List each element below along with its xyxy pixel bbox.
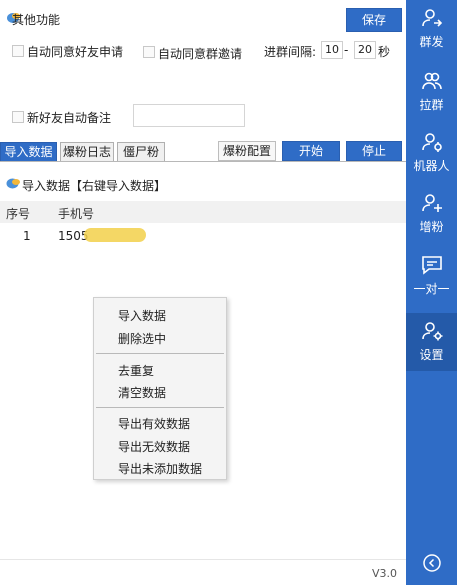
- interval-min-input[interactable]: 10: [321, 41, 343, 59]
- tab-fan-log[interactable]: 爆粉日志: [60, 142, 114, 162]
- auto-accept-group-checkbox[interactable]: [143, 46, 155, 58]
- column-header-index: 序号: [6, 207, 31, 221]
- user-plus-icon: [422, 194, 442, 212]
- sidebar-item-label: 拉群: [419, 98, 444, 112]
- section-title: 导入数据【右键导入数据】: [22, 179, 167, 193]
- tab-import-data[interactable]: 导入数据: [0, 142, 57, 162]
- sidebar-item-label: 设置: [419, 348, 444, 362]
- header: 其他功能 保存: [0, 0, 406, 36]
- new-friend-note-checkbox[interactable]: [12, 111, 24, 123]
- sidebar-item-settings[interactable]: 设置: [406, 313, 457, 371]
- new-friend-note-label: 新好友自动备注: [27, 111, 112, 125]
- sidebar-item-label: 机器人: [413, 159, 450, 173]
- user-send-icon: [422, 9, 443, 27]
- sidebar-item-robot[interactable]: 机器人: [406, 124, 457, 182]
- menu-item-delete-selected[interactable]: 删除选中: [118, 330, 166, 347]
- save-button[interactable]: 保存: [346, 8, 402, 32]
- stop-button[interactable]: 停止: [346, 141, 402, 161]
- auto-accept-friend-checkbox[interactable]: [12, 45, 24, 57]
- header-title: 其他功能: [12, 13, 61, 27]
- version-label: V3.0: [372, 567, 398, 580]
- sidebar-item-group-send[interactable]: 群发: [406, 0, 457, 58]
- fan-config-button[interactable]: 爆粉配置: [218, 141, 276, 161]
- menu-item-export-invalid[interactable]: 导出无效数据: [118, 438, 190, 455]
- menu-item-dedupe[interactable]: 去重复: [118, 362, 154, 379]
- users-icon: [422, 72, 442, 90]
- menu-separator: [96, 407, 224, 408]
- footer-divider: [0, 559, 406, 560]
- menu-item-export-valid[interactable]: 导出有效数据: [118, 415, 190, 432]
- table-header: 序号 手机号: [0, 201, 406, 223]
- menu-item-import-data[interactable]: 导入数据: [118, 307, 166, 324]
- interval-separator: -: [344, 43, 349, 57]
- user-gear-icon: [422, 322, 443, 341]
- tab-zombie-fans[interactable]: 僵尸粉: [117, 142, 165, 162]
- sidebar: 群发 拉群 机器人 增粉 一对一 设置: [406, 0, 457, 585]
- sidebar-item-label: 增粉: [419, 220, 444, 234]
- chat-icon: [422, 256, 442, 275]
- interval-unit: 秒: [378, 45, 391, 59]
- new-friend-note-input[interactable]: [133, 104, 245, 127]
- menu-item-clear-data[interactable]: 清空数据: [118, 384, 166, 401]
- menu-separator: [96, 353, 224, 354]
- auto-accept-friend-label: 自动同意好友申请: [27, 45, 124, 59]
- context-menu: 导入数据 删除选中 去重复 清空数据 导出有效数据 导出无效数据 导出未添加数据: [93, 297, 227, 480]
- sidebar-item-add-fans[interactable]: 增粉: [406, 185, 457, 243]
- column-header-phone: 手机号: [58, 207, 95, 221]
- interval-max-input[interactable]: 20: [354, 41, 376, 59]
- tab-divider: [0, 161, 406, 162]
- interval-label: 进群间隔:: [264, 45, 317, 59]
- start-button[interactable]: 开始: [282, 141, 340, 161]
- sidebar-item-label: 一对一: [413, 282, 450, 296]
- main-panel: 其他功能 保存 自动同意好友申请 自动同意群邀请 进群间隔: 10 - 20 秒…: [0, 0, 406, 585]
- sidebar-item-one-to-one[interactable]: 一对一: [406, 247, 457, 305]
- redaction-mark: [84, 228, 146, 242]
- sidebar-item-label: 群发: [419, 35, 444, 49]
- collapse-icon[interactable]: [423, 554, 441, 572]
- sidebar-item-pull-group[interactable]: 拉群: [406, 63, 457, 121]
- auto-accept-group-label: 自动同意群邀请: [158, 47, 243, 61]
- import-data-icon: [6, 178, 20, 189]
- table-row-index: 1: [23, 229, 31, 243]
- robot-user-icon: [422, 133, 442, 152]
- menu-item-export-unadded[interactable]: 导出未添加数据: [118, 460, 202, 477]
